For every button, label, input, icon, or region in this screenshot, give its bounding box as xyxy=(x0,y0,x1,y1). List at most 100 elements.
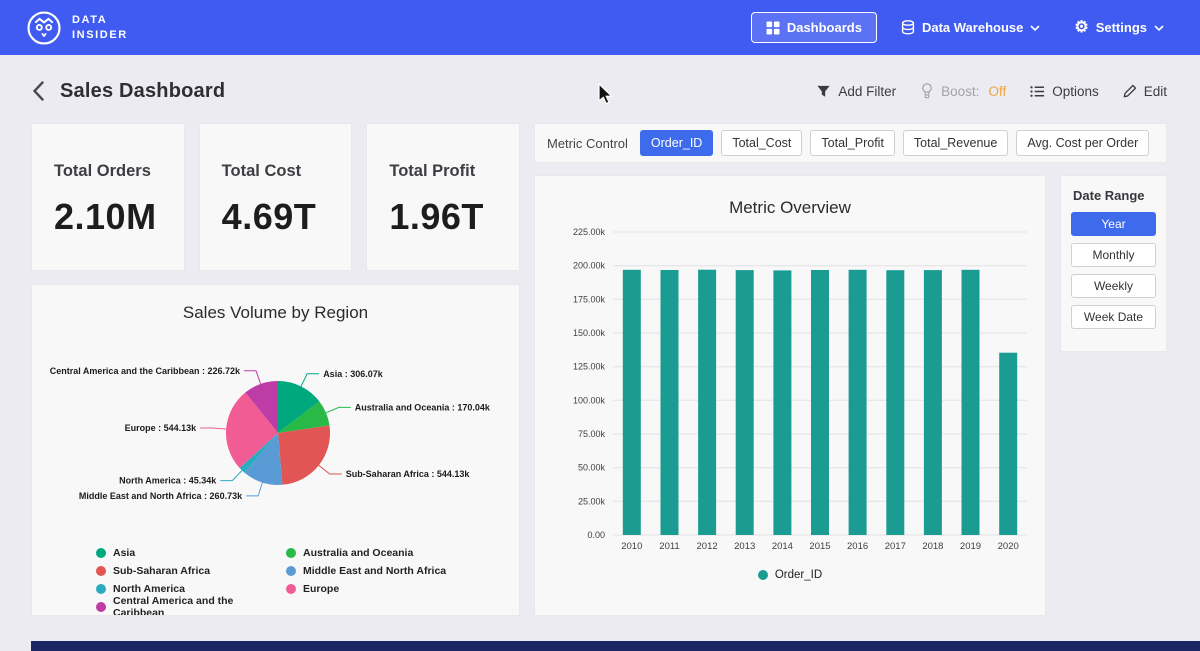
metric-button-order-id[interactable]: Order_ID xyxy=(640,130,713,156)
kpi-title: Total Cost xyxy=(222,162,330,181)
bar[interactable] xyxy=(962,270,980,535)
owl-logo-icon xyxy=(26,10,62,46)
pie-slice-label: Middle East and North Africa : 260.73k xyxy=(79,491,243,501)
gear-icon: ⚙ xyxy=(1074,20,1088,36)
pie-legend-item[interactable]: Australia and Oceania xyxy=(286,544,503,562)
boost-label: Boost: xyxy=(941,84,979,99)
pie-slice-label: Sub-Saharan Africa : 544.13k xyxy=(346,469,471,479)
pencil-icon xyxy=(1123,84,1137,98)
boost-state: Off xyxy=(988,84,1006,99)
nav-dashboards-button[interactable]: Dashboards xyxy=(751,12,877,43)
pie-label-line xyxy=(244,371,261,384)
pie-chart-title: Sales Volume by Region xyxy=(48,303,503,323)
x-tick-label: 2014 xyxy=(772,541,793,552)
bar-chart-title: Metric Overview xyxy=(549,198,1031,218)
bar[interactable] xyxy=(773,270,791,535)
y-tick-label: 225.00k xyxy=(573,227,606,237)
bar[interactable] xyxy=(924,270,942,535)
bar-chart-card: Metric Overview 0.0025.00k50.00k75.00k10… xyxy=(534,175,1046,616)
pie-label-line xyxy=(301,374,319,387)
kpi-value: 2.10M xyxy=(54,196,162,238)
metric-button-avg-cost-per-order[interactable]: Avg. Cost per Order xyxy=(1016,130,1149,156)
nav-data-warehouse-label: Data Warehouse xyxy=(922,20,1023,35)
x-tick-label: 2010 xyxy=(621,541,642,552)
pie-legend-item[interactable]: Sub-Saharan Africa xyxy=(96,562,286,580)
date-range-weekly-button[interactable]: Weekly xyxy=(1071,274,1156,298)
add-filter-label: Add Filter xyxy=(838,84,896,99)
date-range-panel: Date Range Year Monthly Weekly Week Date xyxy=(1060,175,1167,352)
pie-chart-card: Sales Volume by Region Asia : 306.07k Aus… xyxy=(31,284,520,616)
brand-line2: INSIDER xyxy=(72,28,128,43)
legend-dot xyxy=(286,584,296,594)
y-tick-label: 0.00 xyxy=(587,530,605,540)
legend-dot xyxy=(96,584,106,594)
pie-legend-item[interactable]: Europe xyxy=(286,580,503,598)
kpi-title: Total Orders xyxy=(54,162,162,181)
metric-button-total-cost[interactable]: Total_Cost xyxy=(721,130,802,156)
pie-legend-item[interactable]: Middle East and North Africa xyxy=(286,562,503,580)
pie-slice[interactable] xyxy=(278,426,330,485)
bar[interactable] xyxy=(736,270,754,535)
chevron-down-icon xyxy=(1154,25,1164,31)
pie-legend-item[interactable]: Asia xyxy=(96,544,286,562)
edit-button[interactable]: Edit xyxy=(1123,84,1167,99)
nav-dashboards-label: Dashboards xyxy=(787,20,862,35)
page-header: Sales Dashboard Add Filter Boost: Off xyxy=(0,55,1200,123)
kpi-card-total-orders: Total Orders 2.10M xyxy=(31,123,185,271)
legend-dot xyxy=(96,602,106,612)
legend-dot xyxy=(286,548,296,558)
bar[interactable] xyxy=(623,270,641,535)
x-tick-label: 2019 xyxy=(960,541,981,552)
bar[interactable] xyxy=(811,270,829,535)
footer-strip xyxy=(31,641,1200,651)
kpi-card-total-profit: Total Profit 1.96T xyxy=(366,123,520,271)
metric-button-total-profit[interactable]: Total_Profit xyxy=(810,130,895,156)
bar[interactable] xyxy=(886,270,904,535)
metric-control-label: Metric Control xyxy=(547,136,628,151)
pie-slice-label: Europe : 544.13k xyxy=(125,423,198,433)
bar-legend-item[interactable]: Order_ID xyxy=(549,569,1031,581)
pie-label-line xyxy=(220,471,242,481)
legend-label: Europe xyxy=(303,583,339,595)
legend-label: Order_ID xyxy=(775,569,822,581)
nav-settings-label: Settings xyxy=(1096,20,1147,35)
date-range-year-button[interactable]: Year xyxy=(1071,212,1156,236)
bar[interactable] xyxy=(698,270,716,535)
brand-line1: DATA xyxy=(72,13,128,28)
y-tick-label: 100.00k xyxy=(573,395,606,405)
navbar-menu: Dashboards Data Warehouse ⚙ Settings xyxy=(751,12,1174,43)
y-tick-label: 50.00k xyxy=(578,463,606,473)
metric-button-total-revenue[interactable]: Total_Revenue xyxy=(903,130,1008,156)
legend-label: Asia xyxy=(113,547,135,559)
filter-funnel-icon xyxy=(816,84,831,99)
top-navbar: DATA INSIDER Dashboards Data Warehouse xyxy=(0,0,1200,55)
options-label: Options xyxy=(1052,84,1099,99)
nav-data-warehouse-button[interactable]: Data Warehouse xyxy=(891,13,1050,42)
pie-label-line xyxy=(326,407,351,412)
x-tick-label: 2012 xyxy=(697,541,718,552)
kpi-card-total-cost: Total Cost 4.69T xyxy=(199,123,353,271)
back-button[interactable] xyxy=(31,79,46,103)
legend-dot xyxy=(758,570,768,580)
y-tick-label: 200.00k xyxy=(573,261,606,271)
brand-logo[interactable]: DATA INSIDER xyxy=(26,10,128,46)
bar[interactable] xyxy=(661,270,679,535)
bar[interactable] xyxy=(849,270,867,535)
nav-settings-button[interactable]: ⚙ Settings xyxy=(1064,13,1174,43)
dashboards-grid-icon xyxy=(766,21,780,35)
header-actions: Add Filter Boost: Off Options Ed xyxy=(816,83,1167,99)
boost-toggle[interactable]: Boost: Off xyxy=(920,83,1006,99)
kpi-row: Total Orders 2.10M Total Cost 4.69T Tota… xyxy=(31,123,520,271)
date-range-week-date-button[interactable]: Week Date xyxy=(1071,305,1156,329)
options-button[interactable]: Options xyxy=(1030,84,1099,99)
pie-slice-label: Asia : 306.07k xyxy=(323,369,384,379)
pie-label-line xyxy=(319,465,342,474)
date-range-monthly-button[interactable]: Monthly xyxy=(1071,243,1156,267)
bar[interactable] xyxy=(999,353,1017,535)
boost-balloon-icon xyxy=(920,83,934,99)
pie-legend-item[interactable]: Central America and the Caribbean xyxy=(96,598,286,616)
legend-label: Sub-Saharan Africa xyxy=(113,565,210,577)
add-filter-button[interactable]: Add Filter xyxy=(816,84,896,99)
legend-label: Australia and Oceania xyxy=(303,547,413,559)
legend-dot xyxy=(286,566,296,576)
